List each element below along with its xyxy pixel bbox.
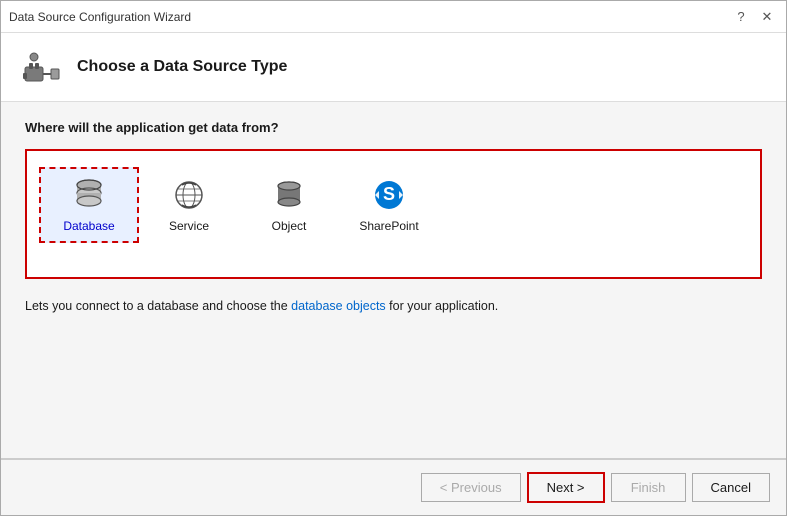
sharepoint-icon: S [371, 177, 407, 213]
datasource-database[interactable]: Database [39, 167, 139, 243]
service-icon [171, 177, 207, 213]
content-section: Where will the application get data from… [1, 102, 786, 458]
datasource-sharepoint[interactable]: S SharePoint [339, 167, 439, 243]
object-icon [271, 177, 307, 213]
title-bar: Data Source Configuration Wizard ? ✕ [1, 1, 786, 33]
svg-text:S: S [383, 184, 395, 204]
footer: < Previous Next > Finish Cancel [1, 459, 786, 515]
next-button[interactable]: Next > [527, 472, 605, 503]
description-link[interactable]: database objects [291, 299, 386, 313]
previous-button[interactable]: < Previous [421, 473, 521, 502]
database-icon [71, 177, 107, 213]
datasource-database-label: Database [63, 219, 114, 233]
title-bar-controls: ? ✕ [730, 6, 778, 28]
help-button[interactable]: ? [730, 6, 752, 28]
description-middle: for your application. [386, 299, 499, 313]
question-label: Where will the application get data from… [25, 120, 762, 135]
cancel-button[interactable]: Cancel [692, 473, 770, 502]
header-title: Choose a Data Source Type [77, 58, 287, 76]
finish-button[interactable]: Finish [611, 473, 686, 502]
wizard-window: Data Source Configuration Wizard ? ✕ Cho… [0, 0, 787, 516]
datasource-service-label: Service [169, 219, 209, 233]
datasource-object[interactable]: Object [239, 167, 339, 243]
datasource-service[interactable]: Service [139, 167, 239, 243]
close-button[interactable]: ✕ [756, 6, 778, 28]
wizard-icon [21, 47, 61, 87]
datasource-object-label: Object [272, 219, 307, 233]
datasource-sharepoint-label: SharePoint [359, 219, 418, 233]
title-bar-title: Data Source Configuration Wizard [9, 10, 191, 24]
description-area: Lets you connect to a database and choos… [25, 289, 762, 320]
header-section: Choose a Data Source Type [1, 33, 786, 102]
title-bar-left: Data Source Configuration Wizard [9, 10, 191, 24]
datasource-grid: Database Service [25, 149, 762, 279]
description-prefix: Lets you connect to a database and choos… [25, 299, 291, 313]
